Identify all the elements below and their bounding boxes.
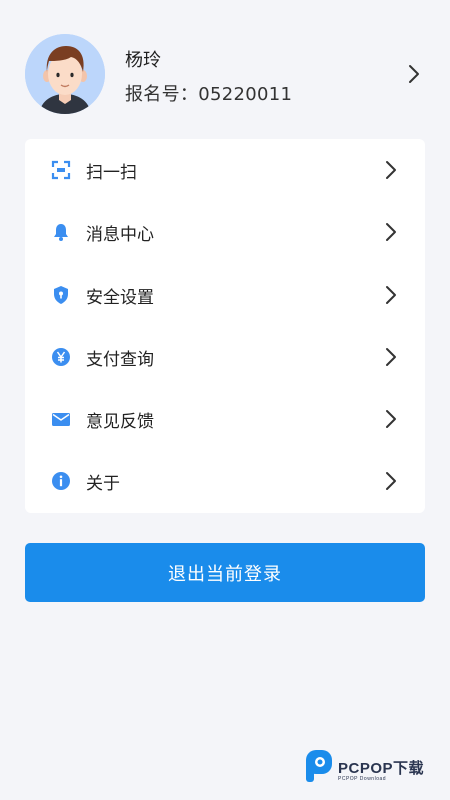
bell-icon <box>54 224 68 242</box>
menu-item-feedback[interactable]: 意见反馈 <box>25 388 425 450</box>
menu-item-label: 关于 <box>86 474 120 495</box>
menu-item-messages[interactable]: 消息中心 <box>25 201 425 263</box>
chevron-right-icon <box>386 161 396 179</box>
menu-item-about[interactable]: 关于 <box>25 450 425 512</box>
menu-item-payment[interactable]: 支付查询 <box>25 326 425 388</box>
menu-item-label: 安全设置 <box>86 287 154 308</box>
menu-item-label: 支付查询 <box>86 349 154 370</box>
watermark-brand: PCPOP下载 <box>338 760 425 777</box>
chevron-right-icon <box>386 223 396 242</box>
chevron-right-icon <box>386 410 396 429</box>
menu-item-label: 意见反馈 <box>86 412 154 433</box>
menu-card: 扫一扫 消息中心 安全设置 支付查询 意见反馈 关于 <box>25 139 425 513</box>
avatar <box>25 34 105 114</box>
watermark-sub: PCPOP Download <box>338 776 387 782</box>
scan-icon <box>51 160 71 180</box>
chevron-right-icon <box>386 347 396 366</box>
menu-item-label: 消息中心 <box>86 225 154 246</box>
avatar-illustration-icon <box>25 34 105 114</box>
watermark: PCPOP下载 PCPOP Download <box>304 748 444 788</box>
shield-icon <box>54 285 68 304</box>
logout-button[interactable]: 退出当前登录 <box>25 543 425 602</box>
profile-header[interactable]: 杨玲 报名号：05220011 <box>0 0 450 140</box>
chevron-right-icon <box>386 472 396 491</box>
info-icon <box>52 472 70 491</box>
menu-item-label: 扫一扫 <box>86 163 137 183</box>
mail-icon <box>52 413 70 427</box>
registration-number: 报名号：05220011 <box>125 84 293 105</box>
chevron-right-icon <box>409 65 419 83</box>
yen-icon <box>52 347 70 366</box>
user-name: 杨玲 <box>125 50 161 71</box>
menu-item-scan[interactable]: 扫一扫 <box>25 139 425 201</box>
chevron-right-icon <box>386 285 396 304</box>
menu-item-security[interactable]: 安全设置 <box>25 264 425 326</box>
pcpop-logo-icon <box>306 750 332 782</box>
